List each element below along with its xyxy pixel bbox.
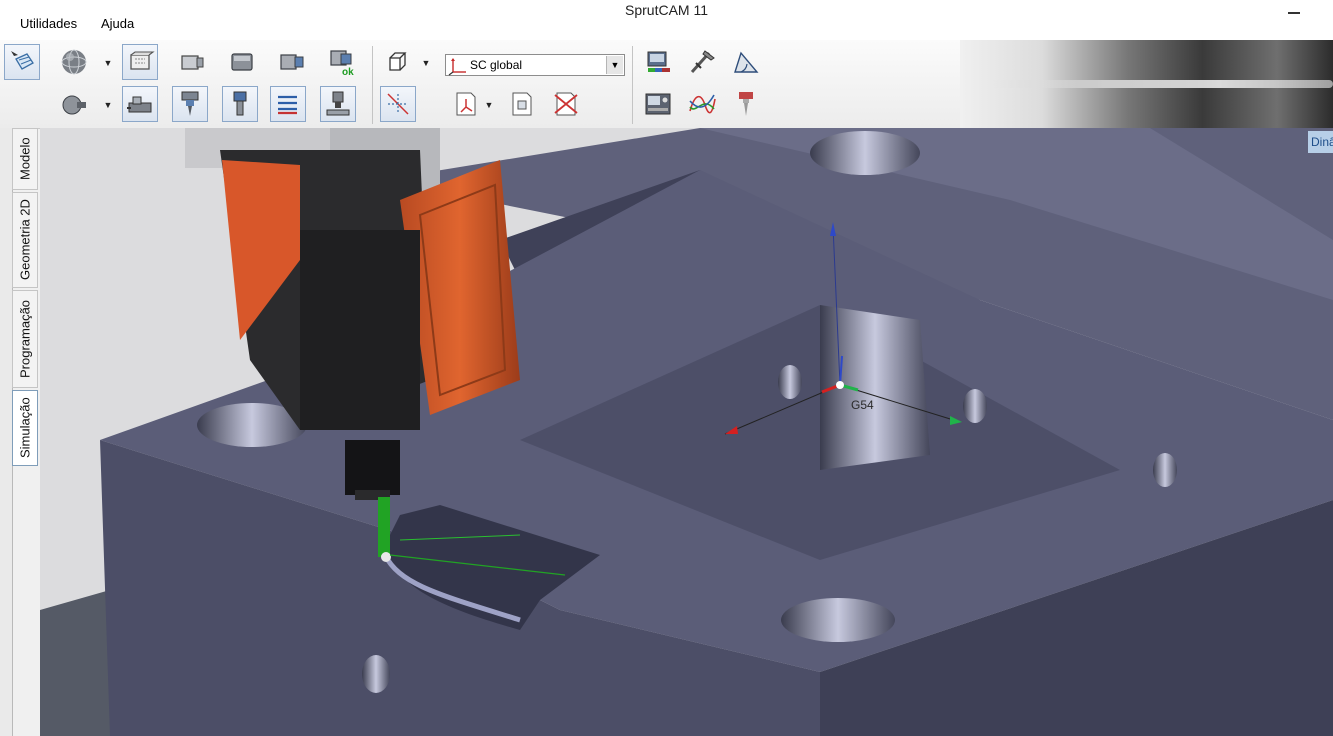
tool-library-button[interactable] [172,86,208,122]
workpiece-button[interactable] [122,44,158,80]
measure-button[interactable] [684,44,720,80]
simulation-button[interactable] [320,86,356,122]
delete-coordinate-system-button[interactable] [548,86,584,122]
chevron-down-icon[interactable]: ▼ [484,100,494,110]
tab-geometria-2d[interactable]: Geometria 2D [12,192,38,288]
toolbar-separator [632,46,633,124]
caliper-icon [690,50,715,74]
new-document-icon [512,92,532,116]
end-mill-icon [233,91,247,116]
tab-simulacao[interactable]: Simulação [12,390,38,466]
chevron-down-icon[interactable]: ▼ [421,58,431,68]
tab-modelo[interactable]: Modelo [12,128,38,190]
vise-icon [127,96,152,113]
operations-list-icon [278,95,297,115]
machine-head-icon [326,91,350,116]
chevron-down-icon[interactable]: ▼ [103,58,113,68]
fixture-button[interactable] [174,44,210,80]
title-bar: Utilidades Ajuda SprutCAM 11 [0,0,1333,40]
simulation-viewport[interactable]: G54 [40,128,1333,736]
machine-scene [40,128,1333,736]
graph-button[interactable] [684,86,720,122]
control-panel-button[interactable] [640,86,676,122]
check-ok-icon: ok [330,50,354,77]
view-cube-button[interactable] [380,44,416,80]
menu-utilidades[interactable]: Utilidades [20,16,77,31]
axes-toggle-button[interactable] [380,86,416,122]
select-mode-button[interactable] [4,44,40,80]
clamp-button[interactable] [122,86,158,122]
machine-button[interactable] [640,44,676,80]
chevron-down-icon[interactable]: ▼ [103,100,113,110]
machine-icon [647,51,670,72]
stock-icon [231,53,253,71]
control-panel-icon [645,93,671,115]
minimize-button[interactable] [1288,12,1300,14]
graph-curves-icon [689,94,716,114]
model-sphere-button[interactable] [56,44,92,80]
axes-toggle-icon [387,93,409,115]
drill-icon [181,91,199,116]
cube-view-icon [389,52,407,71]
toolbar-separator [372,46,373,124]
side-tabs: Modelo Geometria 2D Programação Simulaçã… [12,128,40,468]
coordinate-system-value: SC global [470,58,523,72]
delete-document-icon [554,92,578,116]
protractor-icon [734,51,759,73]
axis-direction-button[interactable] [448,86,484,122]
tool-button[interactable] [56,86,92,122]
cutter-button[interactable] [222,86,258,122]
stock-button[interactable] [224,44,260,80]
sphere-icon [61,49,87,75]
tool-holder-icon [62,95,86,115]
menu-ajuda[interactable]: Ajuda [101,16,134,31]
axis-direction-icon [456,92,476,116]
check-part-button[interactable]: ok [324,44,360,80]
coordinate-system-select[interactable]: SC global ▼ [445,54,625,76]
dynamic-panel-tab[interactable]: Dinâ [1308,131,1333,153]
tool-red-icon [739,92,753,116]
tool-display-button[interactable] [728,86,764,122]
angle-measure-button[interactable] [728,44,764,80]
origin-label: G54 [851,398,874,412]
axes-icon [448,58,466,76]
fixture-icon [181,55,204,70]
window-title: SprutCAM 11 [625,2,708,18]
layers-button[interactable] [270,86,306,122]
tab-programacao[interactable]: Programação [12,290,38,388]
part-button[interactable] [274,44,310,80]
select-icon [11,51,34,70]
workpiece-icon [130,51,155,70]
svg-text:ok: ok [342,67,354,77]
brand-banner [960,40,1333,128]
part-icon [280,54,304,70]
new-coordinate-system-button[interactable] [504,86,540,122]
chevron-down-icon[interactable]: ▼ [606,56,623,74]
